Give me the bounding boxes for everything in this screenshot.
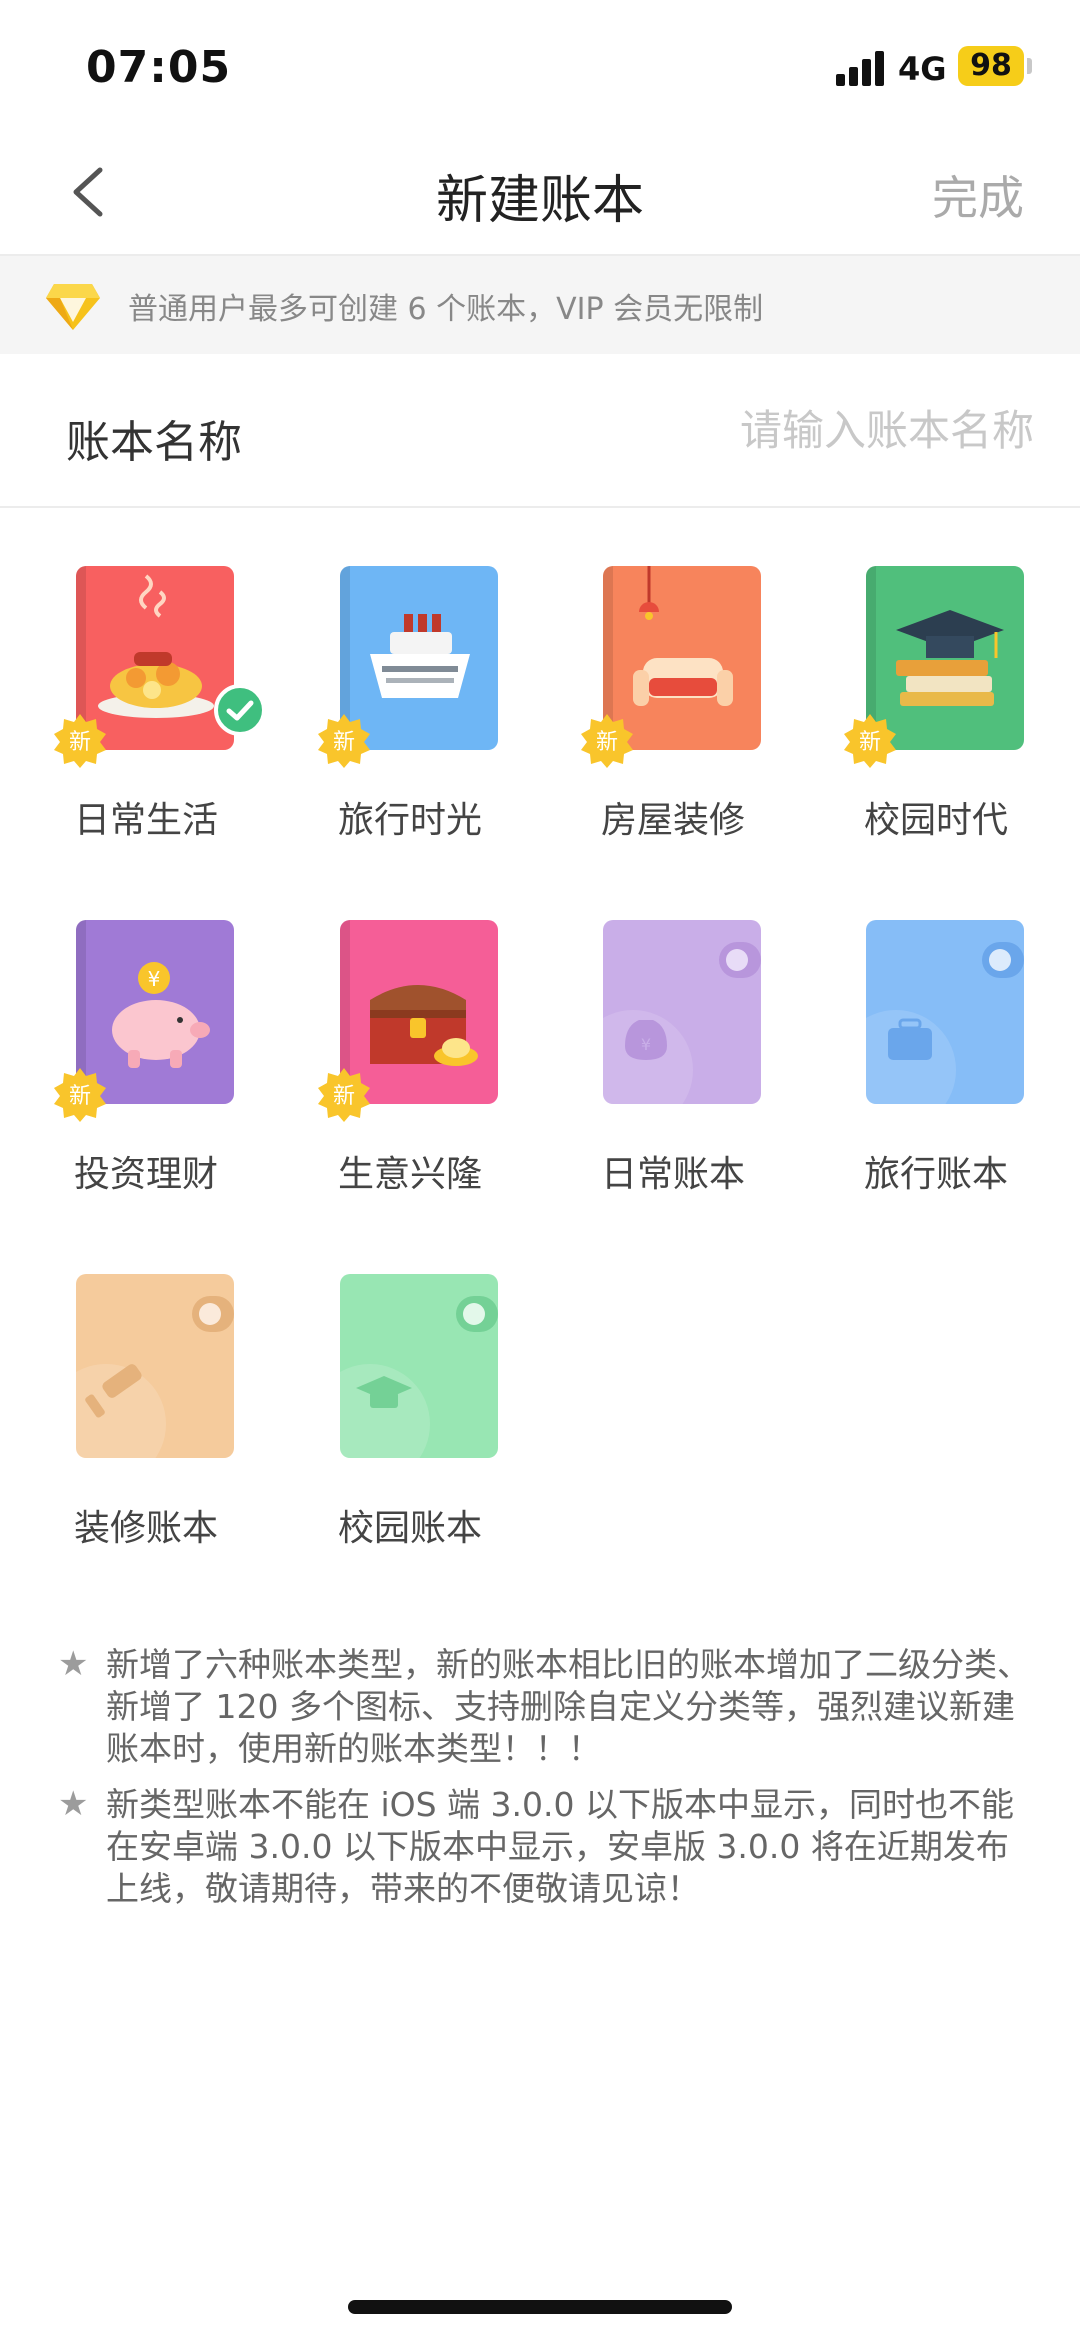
- nav-bar: 新建账本 完成: [0, 130, 1080, 256]
- book-option-travel-book[interactable]: 旅行账本: [836, 920, 1036, 1240]
- new-badge-icon: 新: [318, 714, 370, 768]
- selected-check-icon: [214, 684, 266, 736]
- book-option-business[interactable]: 新 生意兴隆: [310, 920, 510, 1240]
- book-label: 生意兴隆: [337, 1154, 482, 1195]
- book-option-home-renovation[interactable]: 新 房屋装修: [573, 566, 773, 886]
- done-button[interactable]: 完成: [932, 162, 1024, 228]
- book-label: 校园账本: [337, 1508, 482, 1549]
- book-cover: [866, 920, 1024, 1104]
- book-label: 旅行账本: [863, 1154, 1008, 1195]
- book-label: 校园时代: [863, 800, 1008, 841]
- battery-level: 98: [970, 48, 1012, 83]
- status-time: 07:05: [86, 42, 232, 93]
- book-option-renovation-book[interactable]: 装修账本: [46, 1274, 246, 1594]
- svg-text:新: 新: [69, 1084, 91, 1109]
- book-cover: ¥: [603, 920, 761, 1104]
- book-label: 房屋装修: [600, 800, 745, 841]
- book-label: 投资理财: [73, 1154, 218, 1195]
- svg-text:¥: ¥: [148, 967, 161, 991]
- book-cover: [340, 1274, 498, 1458]
- svg-text:¥: ¥: [641, 1035, 651, 1054]
- diamond-icon: [46, 284, 100, 330]
- book-option-campus-era[interactable]: 新 校园时代: [836, 566, 1036, 886]
- book-name-row: 账本名称: [0, 354, 1080, 508]
- book-name-input[interactable]: [512, 394, 1036, 466]
- book-option-investment[interactable]: ¥ 新 投资理财: [46, 920, 246, 1240]
- new-badge-icon: 新: [54, 714, 106, 768]
- battery-tip: [1027, 58, 1032, 74]
- new-badge-icon: 新: [318, 1068, 370, 1122]
- new-badge-icon: 新: [844, 714, 896, 768]
- notice-text: 普通用户最多可创建 6 个账本，VIP 会员无限制: [128, 292, 764, 327]
- book-label: 日常生活: [73, 800, 218, 841]
- book-label: 装修账本: [73, 1508, 218, 1549]
- battery-icon: 98: [958, 46, 1024, 86]
- tip-text: 新类型账本不能在 iOS 端 3.0.0 以下版本中显示，同时也不能在安卓端 3…: [106, 1785, 1015, 1908]
- star-icon: ★: [58, 1784, 89, 1824]
- signal-icon: [836, 50, 886, 86]
- svg-text:新: 新: [69, 730, 91, 755]
- svg-text:新: 新: [596, 730, 618, 755]
- svg-text:新: 新: [859, 730, 881, 755]
- book-name-label: 账本名称: [66, 417, 242, 468]
- book-cover: [76, 1274, 234, 1458]
- new-badge-icon: 新: [581, 714, 633, 768]
- book-option-daily-life[interactable]: 新 日常生活: [46, 566, 266, 886]
- home-indicator[interactable]: [348, 2300, 732, 2314]
- star-icon: ★: [58, 1644, 89, 1684]
- suitcase-icon: [866, 942, 1024, 1104]
- network-type: 4G: [898, 50, 947, 88]
- book-option-daily-book[interactable]: ¥ 日常账本: [573, 920, 773, 1240]
- money-bag-icon: ¥: [603, 942, 761, 1104]
- tip-item: ★ 新增了六种账本类型，新的账本相比旧的账本增加了二级分类、新增了 120 多个…: [58, 1644, 1038, 1770]
- svg-text:新: 新: [333, 730, 355, 755]
- new-badge-icon: 新: [54, 1068, 106, 1122]
- book-label: 旅行时光: [337, 800, 482, 841]
- tip-text: 新增了六种账本类型，新的账本相比旧的账本增加了二级分类、新增了 120 多个图标…: [106, 1645, 1030, 1768]
- vip-notice-banner[interactable]: 普通用户最多可创建 6 个账本，VIP 会员无限制: [0, 256, 1080, 354]
- tip-item: ★ 新类型账本不能在 iOS 端 3.0.0 以下版本中显示，同时也不能在安卓端…: [58, 1784, 1038, 1910]
- svg-text:新: 新: [333, 1084, 355, 1109]
- graduation-cap-icon: [340, 1296, 498, 1458]
- book-label: 日常账本: [600, 1154, 745, 1195]
- status-bar: 07:05 4G 98: [0, 0, 1080, 130]
- paint-roller-icon: [76, 1296, 234, 1458]
- book-option-campus-book[interactable]: 校园账本: [310, 1274, 510, 1594]
- page-title: 新建账本: [435, 171, 644, 231]
- book-option-travel-time[interactable]: 新 旅行时光: [310, 566, 510, 886]
